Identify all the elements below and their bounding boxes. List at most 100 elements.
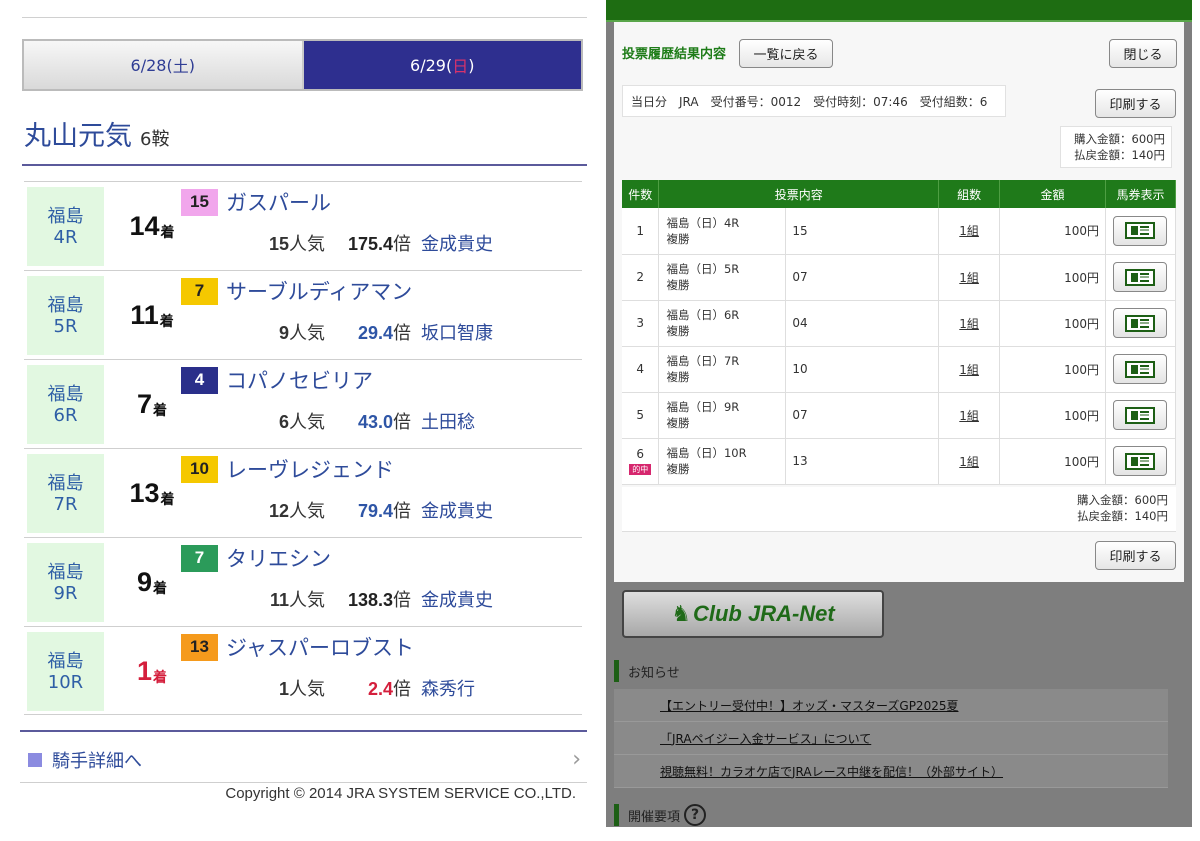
kumi-link[interactable]: 1組 (959, 271, 979, 285)
print-button-bottom[interactable]: 印刷する (1095, 541, 1176, 570)
help-icon[interactable]: ? (684, 804, 707, 826)
chevron-right-icon: › (572, 747, 581, 772)
ticket-view-button[interactable] (1113, 400, 1168, 430)
col-amount: 金額 (999, 180, 1106, 208)
print-button[interactable]: 印刷する (1095, 89, 1176, 118)
tab-date-0629[interactable]: 6/29(日) (303, 41, 581, 89)
news-link[interactable]: 視聴無料！カラオケ店でJRAレース中継を配信！（外部サイト） (660, 763, 1003, 780)
bet-type: 複勝 (666, 231, 690, 246)
finish-number: 14 (129, 211, 160, 241)
top-bar (606, 0, 1192, 22)
bet-content: 10 (785, 346, 940, 393)
square-icon (28, 753, 42, 767)
kumi-cell: 1組 (938, 208, 1001, 255)
amount-cell: 100円 (999, 300, 1106, 347)
race-row[interactable]: 福島 5R 11 着 7 サーブルディアマン 9人気 29.4倍 坂口智康 (24, 270, 582, 359)
horse-name[interactable]: レーヴレジェンド (226, 454, 394, 484)
race-row[interactable]: 福島 6R 7 着 4 コパノセビリア 6人気 43.0倍 土田稔 (24, 359, 582, 448)
odds: 2.4倍 (325, 675, 411, 701)
col-kumi: 組数 (938, 180, 1001, 208)
col-ticket: 馬券表示 (1105, 180, 1177, 208)
news-item[interactable]: 視聴無料！カラオケ店でJRAレース中継を配信！（外部サイト） (614, 755, 1168, 788)
kumi-link[interactable]: 1組 (959, 455, 979, 469)
table-row: 4 福島（日）7R 複勝 10 1組 100円 (622, 346, 1177, 393)
venue-box: 福島 7R (27, 454, 104, 533)
finish-number: 7 (136, 389, 153, 419)
horse-name[interactable]: ジャスパーロブスト (226, 632, 414, 662)
close-button[interactable]: 閉じる (1109, 39, 1177, 68)
tab-date-0628[interactable]: 6/28(土) (24, 41, 304, 89)
row-number: 4 (622, 346, 660, 393)
trainer-name[interactable]: 金成貴史 (421, 230, 493, 256)
bet-table: 件数 投票内容 組数 金額 馬券表示 1 福島（日）4R 複勝 15 1組 100円 2 福島… (622, 180, 1177, 485)
row-number-value: 6 (636, 447, 645, 461)
horse-number-badge: 4 (181, 366, 218, 394)
race-row[interactable]: 福島 10R 1 着 13 ジャスパーロブスト 1人気 2.4倍 森秀行 (24, 626, 582, 715)
horse-name[interactable]: サーブルディアマン (226, 276, 412, 306)
ticket-view-button[interactable] (1113, 446, 1168, 476)
odds: 79.4倍 (325, 497, 411, 523)
popularity-value: 9 (278, 323, 289, 343)
race-row[interactable]: 福島 4R 14 着 15 ガスパール 15人気 175.4倍 金成貴史 (24, 181, 582, 270)
ticket-view-button[interactable] (1113, 308, 1168, 338)
heading-bar (614, 804, 619, 826)
jockey-name: 丸山元気 (24, 121, 132, 152)
odds-value: 29.4 (357, 323, 393, 343)
club-jra-net-button[interactable]: ♞ Club JRA-Net (622, 590, 884, 638)
popularity-value: 15 (268, 234, 289, 254)
trainer-name[interactable]: 金成貴史 (421, 497, 493, 523)
trainer-name[interactable]: 森秀行 (421, 675, 475, 701)
horse-icon: ♞ (671, 601, 691, 627)
race-number: 7R (53, 493, 78, 515)
popularity: 6人気 (181, 408, 325, 434)
odds-suffix: 倍 (393, 234, 411, 255)
odds: 43.0倍 (325, 408, 411, 434)
horse-name[interactable]: コパノセビリア (226, 365, 373, 395)
race-number: 6R (53, 404, 78, 426)
odds-value: 2.4 (367, 679, 393, 699)
kumi-link[interactable]: 1組 (959, 224, 979, 238)
horse-name[interactable]: ガスパール (226, 187, 331, 217)
horse-line: 15 ガスパール (181, 188, 331, 216)
horse-name[interactable]: タリエシン (226, 543, 331, 573)
back-to-list-button[interactable]: 一覧に戻る (739, 39, 833, 68)
popularity: 9人気 (181, 319, 325, 345)
popularity-suffix: 人気 (289, 501, 325, 522)
race-row[interactable]: 福島 7R 13 着 10 レーヴレジェンド 12人気 79.4倍 金成貴史 (24, 448, 582, 537)
venue-box: 福島 10R (27, 632, 104, 711)
ticket-view-button[interactable] (1113, 354, 1168, 384)
row-number-value: 5 (636, 408, 645, 422)
trainer-name[interactable]: 坂口智康 (421, 319, 493, 345)
ticket-view-button[interactable] (1113, 262, 1168, 292)
ticket-cell (1105, 438, 1177, 485)
trainer-name[interactable]: 土田稔 (421, 408, 475, 434)
ticket-view-button[interactable] (1113, 215, 1168, 246)
trainer-name[interactable]: 金成貴史 (421, 586, 493, 612)
ticket-icon (1125, 222, 1156, 240)
kumi-link[interactable]: 1組 (959, 363, 979, 377)
odds-value: 138.3 (347, 590, 393, 610)
hit-badge: 的中 (629, 464, 652, 475)
news-link[interactable]: 「JRAペイジー入金サービス」について (660, 730, 871, 747)
stats-line: 12人気 79.4倍 金成貴史 (181, 497, 571, 523)
ticket-icon (1125, 268, 1156, 286)
venue-box: 福島 9R (27, 543, 104, 622)
venue-name: 福島 (47, 294, 84, 316)
kumi-cell: 1組 (938, 346, 1001, 393)
horse-number-badge: 13 (181, 633, 218, 661)
race-list: 福島 4R 14 着 15 ガスパール 15人気 175.4倍 金成貴史 福島 5R 11 着 7 サーブル… (24, 181, 582, 715)
table-footer-amounts: 購入金額：600円 払戻金額：140円 (622, 487, 1176, 532)
kumi-link[interactable]: 1組 (959, 317, 979, 331)
bet-history-modal: 投票履歴結果内容 一覧に戻る 閉じる 当日分 JRA 受付番号：0012 受付時… (614, 22, 1184, 582)
row-number-value: 4 (636, 362, 645, 376)
news-item[interactable]: 「JRAペイジー入金サービス」について (614, 722, 1168, 755)
popularity-suffix: 人気 (289, 234, 325, 255)
ticket-icon (1125, 406, 1156, 424)
odds-value: 43.0 (357, 412, 393, 432)
jockey-detail-link[interactable]: 騎手詳細へ › (20, 740, 587, 780)
race-row[interactable]: 福島 9R 9 着 7 タリエシン 11人気 138.3倍 金成貴史 (24, 537, 582, 626)
news-item[interactable]: 【エントリー受付中！】オッズ・マスターズGP2025夏 (614, 689, 1168, 722)
news-link[interactable]: 【エントリー受付中！】オッズ・マスターズGP2025夏 (660, 697, 958, 714)
odds: 175.4倍 (325, 230, 411, 256)
kumi-link[interactable]: 1組 (959, 409, 979, 423)
